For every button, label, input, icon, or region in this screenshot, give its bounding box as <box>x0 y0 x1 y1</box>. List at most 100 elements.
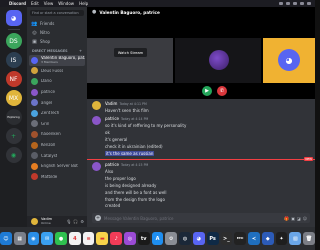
dm-item[interactable]: haoenken <box>27 129 87 140</box>
watch-stream-button[interactable]: Watch Stream <box>114 48 147 57</box>
dm-item[interactable]: angel <box>27 97 87 108</box>
discord-logo-icon: ◕ <box>278 49 300 71</box>
dm-item[interactable]: ZentTech <box>27 108 87 119</box>
call-panel: Watch Stream ◕ <box>87 17 315 99</box>
status-icon[interactable] <box>300 2 304 5</box>
sidebar-item-friends[interactable]: 👥 Friends <box>27 19 87 28</box>
dm-item[interactable]: Deus Fusss <box>27 66 87 77</box>
message-text: from the design from the logo <box>105 196 165 202</box>
tv-icon[interactable]: tv <box>137 232 150 245</box>
status-icon[interactable] <box>286 2 290 5</box>
message-author[interactable]: patrice <box>105 162 119 167</box>
menu-item-view[interactable]: View <box>44 1 54 6</box>
dm-item[interactable]: Kenzoll <box>27 140 87 151</box>
sticker-icon[interactable]: ◪ <box>297 216 301 221</box>
dm-item[interactable]: English Server Bot <box>27 161 87 172</box>
message-text: Haven't seen this film <box>105 107 149 113</box>
participant-tile[interactable]: ◕ <box>263 38 315 83</box>
status-icon[interactable] <box>279 2 283 5</box>
mic-icon[interactable]: 🎙 <box>66 219 71 224</box>
sidebar-item-shop[interactable]: ▣ Shop <box>27 37 87 46</box>
server-icon[interactable]: MX <box>5 90 22 106</box>
launchpad-icon[interactable]: ▦ <box>13 232 26 245</box>
hang-up-button[interactable]: ✆ <box>217 86 227 96</box>
new-messages-divider: NEW <box>87 157 315 162</box>
message-timestamp: Today at 4:11 PM <box>119 102 147 106</box>
preview-icon[interactable]: ▧ <box>289 232 302 245</box>
trash-icon[interactable]: 🗑 <box>303 232 315 245</box>
server-icon[interactable]: NF <box>5 71 22 87</box>
settings-icon[interactable]: ⚙ <box>165 232 178 245</box>
safari-icon[interactable]: ◉ <box>27 232 40 245</box>
dm-list: Valentin Baguoro, pat... 3 Members Deus Fu… <box>27 55 87 182</box>
menu-item-edit[interactable]: Edit <box>31 1 39 6</box>
dm-name-wrap: patrice <box>41 90 55 94</box>
message-line-wrap: so it's kind of reffering to my personal… <box>105 123 186 130</box>
stream-tile[interactable]: Watch Stream <box>87 38 173 83</box>
mail-icon[interactable]: ✉ <box>41 232 54 245</box>
vscode-icon[interactable]: ≺ <box>248 232 260 245</box>
message-line-wrap: it's general <box>105 137 186 144</box>
server-icon[interactable]: IS <box>5 52 22 68</box>
shop-icon: ▣ <box>32 38 37 45</box>
menu-item-help[interactable]: Help <box>79 1 88 6</box>
appstore-icon[interactable]: A <box>151 232 164 245</box>
dm-name-wrap: Grin <box>41 122 49 126</box>
server-icon[interactable]: ◉ <box>5 147 22 163</box>
emoji-icon[interactable]: ☺ <box>303 216 307 221</box>
notes-icon[interactable]: ▬ <box>96 232 109 245</box>
message-text: Also <box>105 168 114 174</box>
dm-item[interactable]: patrice <box>27 87 87 98</box>
epic-games-icon[interactable]: EPIC <box>234 232 247 245</box>
podcasts-icon[interactable]: ◎ <box>124 232 136 245</box>
avatar[interactable] <box>31 218 38 225</box>
add-attachment-icon[interactable]: + <box>95 215 101 221</box>
messages-icon[interactable]: ● <box>55 232 67 245</box>
add-dm-button[interactable]: + <box>79 49 82 53</box>
photoshop-icon[interactable]: Ps <box>206 232 219 245</box>
steam-icon[interactable]: ◍ <box>179 232 191 245</box>
dm-item[interactable]: Grin <box>27 119 87 130</box>
dm-item[interactable]: Catalyst <box>27 150 87 161</box>
headphones-icon[interactable]: 🎧 <box>73 219 78 224</box>
terminal-icon[interactable]: >_ <box>220 232 233 245</box>
server-icon[interactable]: + <box>5 128 22 144</box>
message-author[interactable]: Vadim <box>105 101 117 106</box>
discord-icon[interactable]: ◕ <box>192 232 205 245</box>
server-icon[interactable]: Exploring <box>5 109 22 125</box>
status-icon[interactable] <box>307 2 311 5</box>
menu-item-window[interactable]: Window <box>58 1 74 6</box>
server-icon[interactable]: DS <box>5 33 22 49</box>
dm-item[interactable]: Valentin Baguoro, pat... 3 Members <box>29 55 85 66</box>
message-author[interactable]: patrice <box>105 116 119 121</box>
dm-sidebar: Find or start a conversation 👥 Friends ◎ Ni… <box>27 7 87 227</box>
avatar[interactable] <box>92 116 101 126</box>
dm-item[interactable]: Mattilde <box>27 172 87 183</box>
dm-item[interactable]: Dario <box>27 76 87 87</box>
friends-icon: 👥 <box>31 20 38 27</box>
music-icon[interactable]: ♪ <box>110 232 123 245</box>
server-rail: ◕ DS IS NF MX Exploring + ◉ <box>0 7 27 227</box>
sidebar-item-nitro[interactable]: ◎ Nitro <box>27 28 87 37</box>
new-badge: NEW <box>304 157 313 162</box>
calendar-icon[interactable]: 4 <box>68 232 81 245</box>
finder-icon[interactable]: ☺ <box>0 232 12 245</box>
gear-icon[interactable]: ⚙ <box>80 219 84 224</box>
message-input[interactable] <box>104 215 274 221</box>
figma-icon[interactable]: ✦ <box>275 232 288 245</box>
participant-tile[interactable] <box>175 38 261 83</box>
message-text: it's general <box>105 136 128 142</box>
reminders-icon[interactable]: ≡ <box>82 232 95 245</box>
sourcetree-icon[interactable]: ◆ <box>261 232 274 245</box>
sidebar-item-label: Nitro <box>40 30 50 35</box>
avatar[interactable] <box>92 101 101 110</box>
discord-home-icon[interactable]: ◕ <box>5 10 22 26</box>
status-icon[interactable] <box>293 2 297 5</box>
message-list: Vadim Today at 4:11 PM Haven't seen this f… <box>87 99 315 210</box>
gif-icon[interactable]: ▣ <box>291 216 295 221</box>
avatar[interactable] <box>92 162 101 172</box>
menu-app-name[interactable]: Discord <box>9 1 26 6</box>
video-call-button[interactable]: ▶ <box>202 86 212 96</box>
search-input[interactable]: Find or start a conversation <box>30 10 84 16</box>
gift-icon[interactable]: 🎁 <box>284 216 289 221</box>
